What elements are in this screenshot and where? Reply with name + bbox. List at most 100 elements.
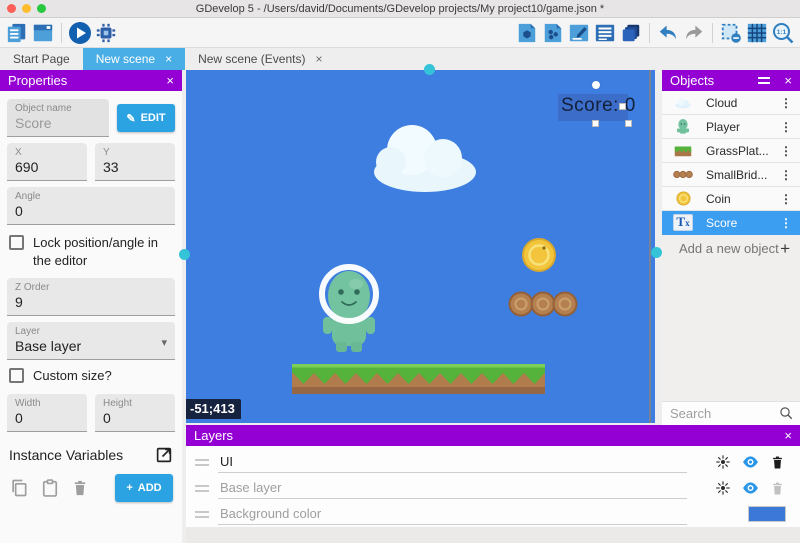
add-new-object-label: Add a new object — [679, 241, 779, 256]
overflow-menu-icon[interactable]: ⋮ — [780, 216, 792, 230]
open-in-new-icon[interactable] — [155, 446, 173, 464]
filter-icon[interactable] — [758, 77, 770, 84]
copy-icon[interactable] — [9, 478, 29, 498]
overflow-menu-icon[interactable]: ⋮ — [780, 96, 792, 110]
project-manager-icon[interactable] — [4, 21, 30, 45]
start-page-window-icon[interactable] — [30, 21, 56, 45]
tab-close-icon[interactable]: × — [315, 52, 322, 66]
undo-icon[interactable] — [655, 21, 681, 45]
properties-panel: Properties × Object name Score ✎ EDIT X … — [0, 70, 182, 543]
object-label: GrassPlat... — [706, 144, 769, 158]
object-groups-icon[interactable] — [540, 21, 566, 45]
objects-search-row — [662, 401, 800, 425]
add-button-label: ADD — [138, 482, 162, 494]
layer-name-label: Background color — [218, 503, 687, 525]
layer-row-background[interactable]: Background color — [186, 501, 800, 527]
lock-position-checkbox[interactable] — [9, 235, 24, 250]
x-position-field[interactable]: X 690 — [7, 143, 87, 181]
object-row-smallbridge[interactable]: SmallBrid... ⋮ — [662, 163, 800, 187]
scene-canvas[interactable]: Score: 0 -51;413 — [186, 70, 655, 423]
delete-variable-icon[interactable] — [71, 478, 89, 498]
field-label: Height — [103, 398, 167, 409]
chevron-down-icon: ▾ — [161, 336, 167, 349]
overflow-menu-icon[interactable]: ⋮ — [780, 192, 792, 206]
objects-panel: Objects × Cloud ⋮ Player ⋮ GrassPlat... … — [662, 70, 800, 425]
object-label: Cloud — [706, 96, 737, 110]
drag-handle-icon[interactable] — [195, 485, 209, 492]
layer-effects-icon[interactable] — [714, 453, 732, 471]
overflow-menu-icon[interactable]: ⋮ — [780, 120, 792, 134]
delete-layer-icon[interactable] — [768, 453, 786, 471]
pencil-icon: ✎ — [126, 112, 135, 125]
canvas-scrollbar[interactable] — [649, 70, 651, 423]
add-variable-button[interactable]: + ADD — [115, 474, 173, 502]
small-bridge-instance — [510, 293, 577, 316]
rotate-handle[interactable] — [592, 81, 600, 89]
edit-scene-icon[interactable] — [566, 21, 592, 45]
layers-stack-icon[interactable] — [618, 21, 644, 45]
tab-new-scene[interactable]: New scene × — [83, 48, 185, 70]
layer-row-ui[interactable]: UI — [186, 449, 800, 475]
custom-size-label: Custom size? — [33, 367, 112, 385]
object-row-score[interactable]: Tx Score ⋮ — [662, 211, 800, 235]
panel-resize-handle-top[interactable] — [424, 64, 435, 75]
layer-select[interactable]: Layer Base layer ▾ — [7, 322, 175, 360]
panel-resize-handle-right[interactable] — [651, 247, 662, 258]
instances-list-icon[interactable] — [592, 21, 618, 45]
grass-platform-instance — [292, 364, 545, 394]
background-color-swatch[interactable] — [748, 506, 786, 522]
coin-instance — [523, 239, 555, 271]
search-icon — [779, 406, 794, 421]
object-row-grassplatform[interactable]: GrassPlat... ⋮ — [662, 139, 800, 163]
tab-close-icon[interactable]: × — [165, 52, 172, 66]
y-position-field[interactable]: Y 33 — [95, 143, 175, 181]
paste-icon[interactable] — [40, 478, 60, 498]
z-order-field[interactable]: Z Order 9 — [7, 278, 175, 316]
layer-name-input[interactable]: UI — [218, 451, 687, 473]
close-icon[interactable]: × — [166, 73, 174, 88]
minimize-window-button[interactable] — [22, 4, 31, 13]
angle-field[interactable]: Angle 0 — [7, 187, 175, 225]
resize-handle-right[interactable] — [619, 103, 626, 110]
add-new-object-row[interactable]: Add a new object + — [662, 235, 800, 262]
object-row-coin[interactable]: Coin ⋮ — [662, 187, 800, 211]
debugger-icon[interactable] — [93, 21, 119, 45]
layers-header: Layers × — [186, 425, 800, 446]
close-window-button[interactable] — [7, 4, 16, 13]
plus-icon: + — [126, 482, 132, 494]
layer-visibility-icon[interactable] — [741, 453, 759, 471]
panel-resize-handle-left[interactable] — [179, 249, 190, 260]
scene-properties-icon[interactable] — [514, 21, 540, 45]
layer-name-input[interactable]: Base layer — [218, 477, 687, 499]
tab-start-page[interactable]: Start Page — [0, 48, 83, 70]
layer-visibility-icon[interactable] — [741, 479, 759, 497]
maximize-window-button[interactable] — [37, 4, 46, 13]
drag-handle-icon[interactable] — [195, 511, 209, 518]
object-label: SmallBrid... — [706, 168, 767, 182]
redo-icon[interactable] — [681, 21, 707, 45]
height-field[interactable]: Height 0 — [95, 394, 175, 432]
custom-size-checkbox[interactable] — [9, 368, 24, 383]
close-icon[interactable]: × — [784, 73, 792, 88]
object-row-player[interactable]: Player ⋮ — [662, 115, 800, 139]
resize-handle-corner[interactable] — [625, 120, 632, 127]
preview-play-icon[interactable] — [67, 21, 93, 45]
layer-row-base[interactable]: Base layer — [186, 475, 800, 501]
drag-handle-icon[interactable] — [195, 459, 209, 466]
width-field[interactable]: Width 0 — [7, 394, 87, 432]
overflow-menu-icon[interactable]: ⋮ — [780, 144, 792, 158]
edit-button-label: EDIT — [141, 112, 166, 124]
overflow-menu-icon[interactable]: ⋮ — [780, 168, 792, 182]
edit-object-button[interactable]: ✎ EDIT — [117, 104, 175, 132]
object-row-cloud[interactable]: Cloud ⋮ — [662, 91, 800, 115]
grid-icon[interactable] — [744, 21, 770, 45]
clear-selection-icon[interactable] — [718, 21, 744, 45]
resize-handle-bottom[interactable] — [592, 120, 599, 127]
layer-effects-icon[interactable] — [714, 479, 732, 497]
tab-new-scene-events[interactable]: New scene (Events) × — [185, 48, 335, 70]
field-value: 690 — [15, 159, 79, 175]
zoom-ratio-icon[interactable]: 1:1 — [770, 21, 796, 45]
titlebar: GDevelop 5 - /Users/david/Documents/GDev… — [0, 0, 800, 18]
close-icon[interactable]: × — [784, 428, 792, 443]
field-value: Score — [15, 115, 101, 131]
